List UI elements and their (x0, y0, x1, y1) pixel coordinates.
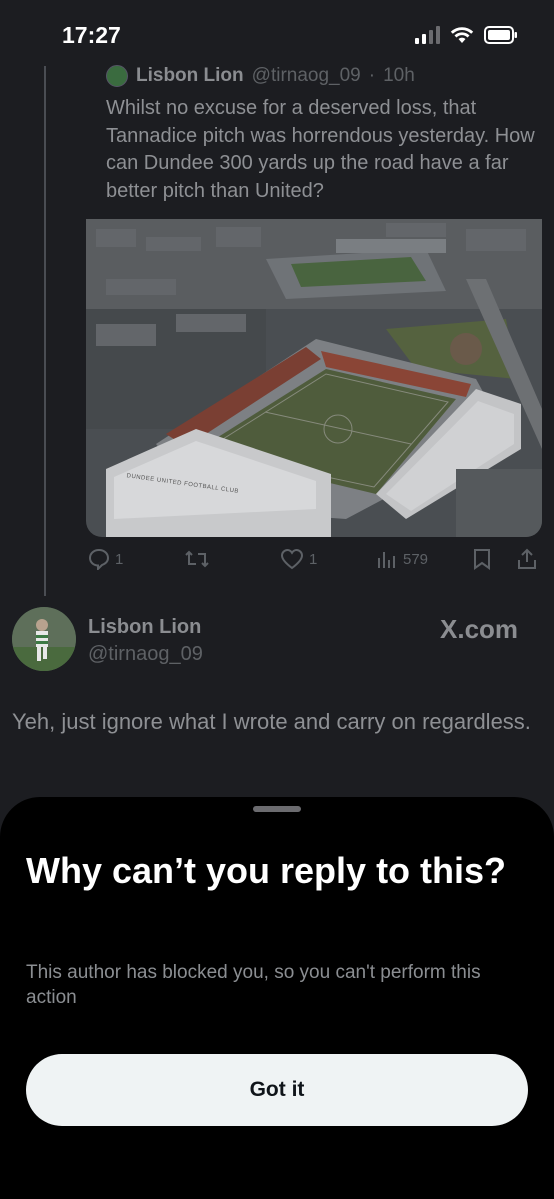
reply-author-avatar[interactable] (12, 607, 76, 671)
views-count: 579 (403, 550, 429, 568)
sheet-grabber-handle[interactable] (253, 806, 301, 812)
xcom-badge: X.com (440, 614, 519, 644)
wifi-icon (450, 27, 474, 43)
views-chart-icon (378, 552, 395, 568)
retweet-action[interactable] (184, 548, 210, 570)
status-time: 17:27 (62, 22, 121, 48)
like-action[interactable]: 1 (280, 548, 317, 570)
share-action[interactable] (516, 548, 538, 570)
separator-dot: · (368, 65, 376, 86)
stadium-aerial-photo[interactable]: DUNDEE UNITED FOOTBALL CLUB (86, 219, 542, 537)
heart-icon (280, 548, 304, 570)
quoted-time-ago: 10h (383, 65, 415, 86)
thread-line (44, 66, 46, 596)
sheet-body: This author has blocked you, so you can'… (26, 962, 481, 1008)
tweet-actions: 1 1 579 (88, 548, 540, 576)
reply-icon (88, 548, 110, 570)
sheet-title: Why can’t you reply to this? (26, 850, 507, 891)
reply-text: Yeh, just ignore what I wrote and carry … (12, 709, 531, 734)
blocked-bottom-sheet: Why can’t you reply to this? This author… (0, 797, 554, 1199)
status-icons (415, 26, 518, 44)
reply-author-name: Lisbon Lion (88, 616, 202, 638)
cellular-signal-icon (415, 26, 440, 44)
like-count: 1 (309, 550, 318, 568)
got-it-button[interactable]: Got it (26, 1054, 528, 1126)
quoted-author-name: Lisbon Lion (136, 65, 244, 86)
battery-icon (484, 26, 517, 44)
reply-action[interactable]: 1 (88, 548, 123, 570)
share-icon (518, 548, 536, 569)
quoted-author-handle: @tirnaog_09 (251, 65, 361, 86)
reply-author-handle: @tirnaog_09 (88, 643, 203, 665)
reply-count: 1 (115, 550, 124, 568)
bookmark-icon (474, 549, 490, 570)
quoted-author-avatar (106, 65, 128, 87)
quoted-tweet-card[interactable]: Lisbon Lion @tirnaog_09 · 10h Whilst no … (86, 55, 542, 537)
retweet-icon (185, 550, 209, 568)
views-action[interactable]: 579 (376, 548, 428, 570)
bookmark-action[interactable] (472, 548, 492, 570)
quoted-tweet-text: Whilst no excuse for a deserved loss, th… (106, 97, 535, 202)
quoted-tweet-header: Lisbon Lion @tirnaog_09 · 10h (106, 65, 415, 87)
